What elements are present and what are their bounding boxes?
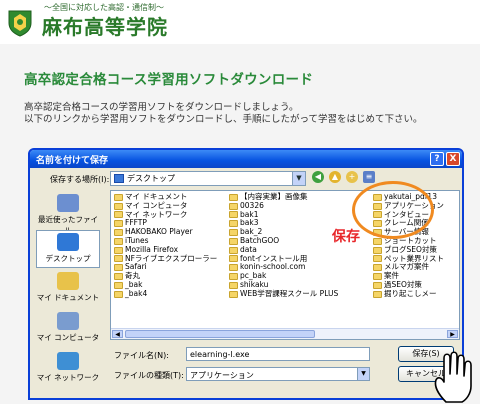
file-name: _bak4	[125, 288, 148, 298]
dialog-titlebar[interactable]: 名前を付けて保存 ? X	[30, 150, 462, 168]
save-in-label: 保存する場所(I):	[50, 175, 110, 184]
my-computer-icon	[57, 312, 79, 330]
file-item[interactable]: _bak4	[114, 288, 217, 299]
new-folder-icon[interactable]: +	[346, 171, 358, 183]
folder-icon	[114, 202, 123, 210]
filename-input[interactable]: elearning-l.exe	[186, 347, 370, 361]
folder-icon	[229, 264, 238, 272]
scroll-right-icon[interactable]: ▶	[447, 330, 458, 338]
place-my-network[interactable]: マイ ネットワーク	[36, 350, 100, 388]
folder-icon	[229, 229, 238, 237]
folder-icon	[114, 220, 123, 228]
folder-icon	[229, 290, 238, 298]
save-highlight-circle	[352, 181, 434, 239]
folder-icon	[229, 255, 238, 263]
place-recent[interactable]: 最近使ったファイル	[36, 192, 100, 235]
scroll-left-icon[interactable]: ◀	[112, 330, 123, 338]
close-button[interactable]: X	[446, 152, 460, 166]
desktop-icon	[57, 233, 79, 251]
help-button[interactable]: ?	[430, 152, 444, 166]
folder-icon	[114, 255, 123, 263]
up-folder-icon[interactable]: ▲	[329, 171, 341, 183]
file-item[interactable]: WEB学習課程スクール PLUS	[229, 288, 339, 299]
folder-icon	[373, 273, 382, 281]
view-menu-icon[interactable]: ≡	[363, 171, 375, 183]
file-item[interactable]: 掘り起こしメー	[373, 288, 444, 299]
save-callout-label: 保存	[332, 229, 360, 245]
save-in-dropdown[interactable]: デスクトップ ▼	[110, 171, 306, 186]
folder-icon	[373, 281, 382, 289]
folder-icon	[229, 246, 238, 254]
filetype-dropdown[interactable]: アプリケーション ▼	[186, 367, 370, 381]
folder-icon	[114, 229, 123, 237]
folder-icon	[373, 237, 382, 245]
folder-icon	[114, 281, 123, 289]
intro-line-1: 高卒認定合格コースの学習用ソフトをダウンロードしましょう。	[24, 102, 299, 113]
intro-line-2: 以下のリンクから学習用ソフトをダウンロードし、手順にしたがって学習をはじめて下さ…	[24, 114, 423, 125]
folder-icon	[114, 290, 123, 298]
dialog-title: 名前を付けて保存	[36, 156, 109, 166]
places-bar: 最近使ったファイル デスクトップ マイ ドキュメント マイ コンピュータ マイ …	[36, 190, 100, 390]
chevron-down-icon[interactable]: ▼	[357, 368, 369, 380]
school-name[interactable]: 麻布高等学院	[42, 11, 168, 40]
page-title: 高卒認定合格コース学習用ソフトダウンロード	[24, 72, 314, 88]
site-header: ～全国に対応した高認・通信制～ 麻布高等学院	[0, 0, 480, 44]
folder-icon	[114, 273, 123, 281]
file-name: WEB学習課程スクール PLUS	[240, 288, 339, 298]
scroll-thumb[interactable]	[125, 330, 315, 338]
place-label: マイ ネットワーク	[36, 373, 100, 382]
file-column-2: 【内容実業】画像集 00326 bak1 bak3 bak_2 BatchGOO data f…	[229, 192, 339, 299]
intro-text: 高卒認定合格コースの学習用ソフトをダウンロードしましょう。 以下のリンクから学習…	[24, 102, 423, 126]
folder-icon	[114, 237, 123, 245]
school-crest-icon	[8, 10, 32, 37]
filename-label: ファイル名(N):	[114, 351, 169, 360]
folder-icon	[114, 211, 123, 219]
back-icon[interactable]: ◀	[312, 171, 324, 183]
place-my-documents[interactable]: マイ ドキュメント	[36, 270, 100, 308]
horizontal-scrollbar[interactable]: ◀ ▶	[111, 328, 459, 339]
folder-icon	[373, 246, 382, 254]
filetype-label: ファイルの種類(T):	[114, 371, 184, 380]
folder-icon	[229, 193, 238, 201]
folder-icon	[229, 281, 238, 289]
desktop-icon	[114, 174, 124, 183]
save-in-value: デスクトップ	[127, 174, 175, 183]
file-name: 掘り起こしメー	[384, 288, 437, 298]
place-desktop[interactable]: デスクトップ	[36, 230, 100, 268]
folder-icon	[114, 246, 123, 254]
folder-icon	[229, 273, 238, 281]
folder-icon	[229, 202, 238, 210]
folder-icon	[373, 264, 382, 272]
place-label: デスクトップ	[45, 254, 91, 263]
file-column-1: マイ ドキュメント マイ コンピュータ マイ ネットワーク FFFTP HAKOBAKO…	[114, 192, 217, 299]
folder-icon	[229, 237, 238, 245]
recent-files-icon	[57, 194, 79, 212]
folder-icon	[373, 255, 382, 263]
filetype-value: アプリケーション	[190, 371, 254, 380]
place-label: マイ ドキュメント	[36, 293, 100, 302]
folder-icon	[229, 220, 238, 228]
chevron-down-icon[interactable]: ▼	[292, 172, 305, 185]
folder-icon	[373, 290, 382, 298]
folder-icon	[114, 264, 123, 272]
place-my-computer[interactable]: マイ コンピュータ	[36, 310, 100, 348]
dialog-toolbar: ◀ ▲ + ≡	[312, 171, 375, 186]
my-documents-icon	[57, 272, 79, 290]
place-label: マイ コンピュータ	[36, 333, 100, 342]
folder-icon	[229, 211, 238, 219]
hand-pointer-icon	[434, 351, 472, 403]
my-network-icon	[57, 352, 79, 370]
folder-icon	[114, 193, 123, 201]
